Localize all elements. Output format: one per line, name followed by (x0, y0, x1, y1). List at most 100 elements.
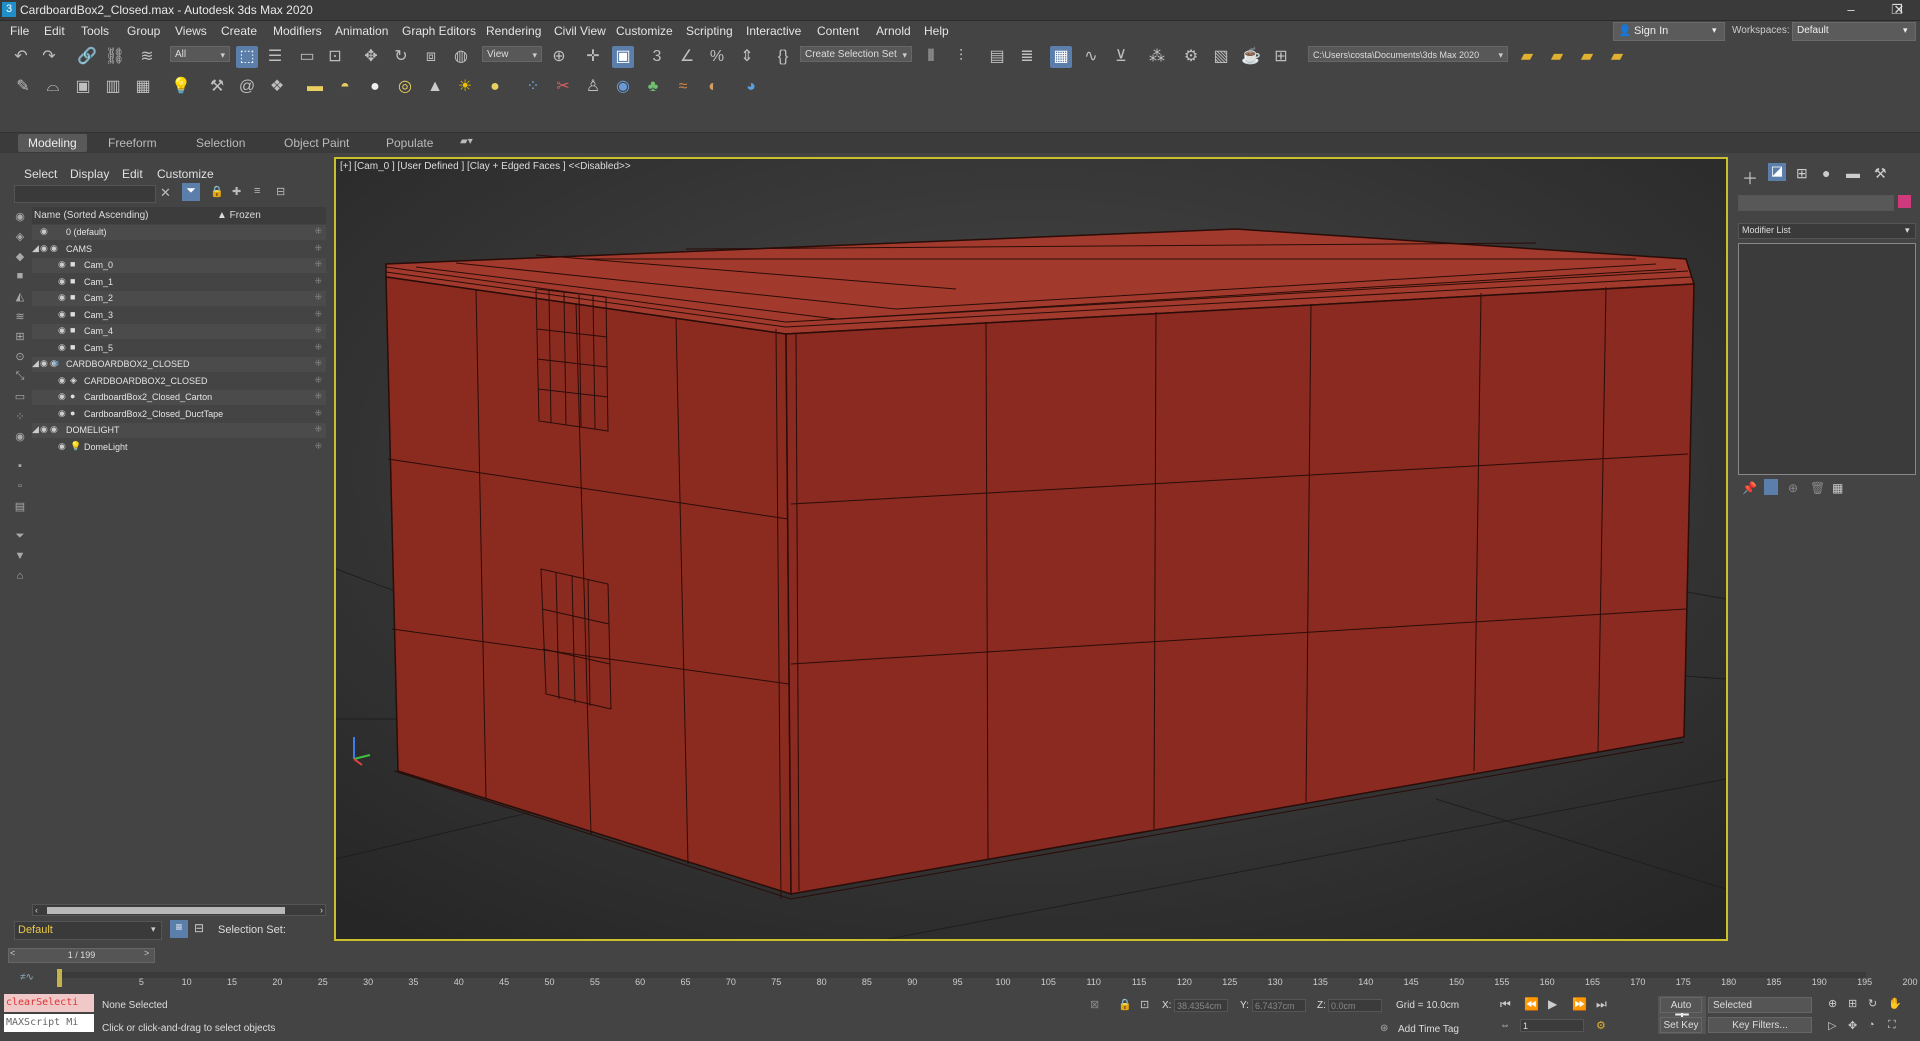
key-filters-button[interactable]: Key Filters... (1708, 1017, 1812, 1033)
layers-icon[interactable]: ≡ (254, 185, 260, 197)
dome-icon[interactable]: ◓ (334, 76, 356, 98)
spinner-snap-icon[interactable]: ⇕ (736, 46, 758, 68)
project-folder-icon[interactable]: ▰ (1516, 46, 1538, 68)
visibility-eye-icon[interactable]: ◉ (40, 358, 48, 369)
display-dependents-icon[interactable]: ▤ (10, 500, 30, 516)
menu-graph-editors[interactable]: Graph Editors (402, 24, 476, 38)
named-selection-set[interactable]: Create Selection Set (800, 46, 912, 63)
menu-group[interactable]: Group (127, 24, 160, 38)
menu-modifiers[interactable]: Modifiers (273, 24, 322, 38)
helpers-filter-icon[interactable]: ◭ (10, 290, 30, 306)
rect-selection-icon[interactable]: ▭ (296, 46, 318, 68)
tree-row[interactable]: ◢ ◉ ◉ DOMELIGHT ⁜ (32, 423, 326, 438)
rendered-frame-icon[interactable]: ▧ (1210, 46, 1232, 68)
visibility-eye-icon[interactable]: ◉ (58, 391, 66, 402)
menu-civil-view[interactable]: Civil View (554, 24, 606, 38)
tree-row[interactable]: ◢ ◉ ◉ ≋ CARDBOARDBOX2_CLOSED ⁜ (32, 357, 326, 372)
sun-icon[interactable]: ☀ (454, 76, 476, 98)
clear-search-icon[interactable]: ✕ (160, 185, 171, 201)
menu-create[interactable]: Create (221, 24, 257, 38)
expand-arrow-icon[interactable]: ◢ (32, 358, 39, 369)
hierarchy-icon[interactable]: ⊟ (276, 185, 285, 198)
menu-animation[interactable]: Animation (335, 24, 388, 38)
name-column-header[interactable]: Name (Sorted Ascending) (34, 210, 149, 221)
tree-row[interactable]: ◉ 0 (default) ⁜ (32, 225, 326, 240)
torus-icon[interactable]: ◎ (394, 76, 416, 98)
tab-modeling[interactable]: Modeling (18, 134, 87, 152)
current-layer-select[interactable]: Default ▾ (14, 921, 162, 940)
redo-icon[interactable]: ↷ (38, 46, 60, 68)
visibility-eye-icon[interactable]: ◉ (40, 424, 48, 435)
scale-icon[interactable]: ⧈ (420, 46, 442, 68)
next-frame-icon[interactable]: ⏩ (1572, 997, 1587, 1011)
next-frame-arrow-icon[interactable]: > (144, 948, 149, 958)
se-menu-select[interactable]: Select (24, 167, 57, 181)
close-button[interactable]: ✕ (1876, 0, 1920, 20)
sign-in-button[interactable]: 👤 Sign In ▾ (1613, 22, 1725, 41)
filter-icon[interactable]: ⏷ (182, 183, 200, 201)
display-tab-icon[interactable]: ▬ (1846, 165, 1860, 181)
workspace-select[interactable]: Default ▾ (1792, 22, 1916, 41)
container-icon[interactable]: ▣ (72, 76, 94, 98)
bones-filter-icon[interactable]: ⤡ (10, 370, 30, 386)
freeze-toggle-icon[interactable]: ⁜ (314, 424, 322, 435)
visibility-eye-icon[interactable]: ◉ (58, 375, 66, 386)
expand-arrow-icon[interactable]: ◢ (32, 243, 39, 254)
bookmark-icon[interactable]: ⌂ (10, 570, 30, 586)
render-iterative-icon[interactable]: ⊞ (1270, 46, 1292, 68)
tab-freeform[interactable]: Freeform (108, 136, 157, 150)
open-folder-icon[interactable]: ▰ (1546, 46, 1568, 68)
menu-rendering[interactable]: Rendering (486, 24, 541, 38)
lock-icon[interactable]: 🔒 (210, 185, 224, 198)
visibility-eye-icon[interactable]: ◉ (58, 325, 66, 336)
maxscript-output[interactable]: clearSelecti (4, 994, 94, 1012)
scene-search-input[interactable] (14, 185, 156, 203)
motion-tab-icon[interactable]: ● (1822, 165, 1830, 181)
minimize-button[interactable]: – (1828, 0, 1874, 20)
tree-row[interactable]: ◉ ■ Cam_4 ⁜ (32, 324, 326, 339)
bind-spacewarp-icon[interactable]: ≋ (136, 46, 158, 68)
particles-icon[interactable]: ⁘ (522, 76, 544, 98)
viewport-canvas[interactable] (336, 159, 1726, 939)
hierarchy-tab-icon[interactable]: ⊞ (1796, 165, 1808, 182)
table-icon[interactable]: ▦ (132, 76, 154, 98)
time-config-icon[interactable]: ⚙ (1596, 1019, 1606, 1032)
brush-icon[interactable]: ✎ (12, 76, 34, 98)
play-icon[interactable]: ▶ (1548, 997, 1557, 1011)
reactor-icon[interactable]: ⚒ (206, 76, 228, 98)
scroll-right-icon[interactable]: › (320, 905, 323, 915)
menu-scripting[interactable]: Scripting (686, 24, 733, 38)
viewport-cam0[interactable]: [+] [Cam_0 ] [User Defined ] [Clay + Edg… (334, 157, 1728, 941)
cone-icon[interactable]: ▲ (424, 76, 446, 98)
se-menu-display[interactable]: Display (70, 167, 109, 181)
tree-row[interactable]: ◉ ■ Cam_3 ⁜ (32, 308, 326, 323)
tree-row[interactable]: ◉ ■ Cam_2 ⁜ (32, 291, 326, 306)
ribbon-options-icon[interactable]: ▰▾ (460, 136, 473, 147)
app-icon[interactable]: 3 (2, 2, 16, 17)
rotate-icon[interactable]: ↻ (390, 46, 412, 68)
render-production-icon[interactable]: ☕ (1240, 46, 1262, 68)
cloth-icon[interactable]: ✂ (552, 76, 574, 98)
goto-start-icon[interactable]: ⏮ (1500, 997, 1511, 1012)
key-mode-toggle-icon[interactable]: ⇔ (1500, 1020, 1510, 1031)
tree-row[interactable]: ◉ 💡 DomeLight ⁜ (32, 440, 326, 455)
orbit-icon[interactable]: ↻ (1868, 997, 1877, 1010)
menu-customize[interactable]: Customize (616, 24, 673, 38)
frozen-column-header[interactable]: ▲ Frozen (217, 210, 261, 221)
zoom-icon[interactable]: ⊕ (1828, 997, 1837, 1010)
texture-icon[interactable]: ◐ (702, 76, 724, 98)
freeze-toggle-icon[interactable]: ⁜ (314, 226, 322, 237)
material-editor-icon[interactable]: ⁂ (1146, 46, 1168, 68)
curve-editor-mini-icon[interactable]: ≠∿ (20, 972, 34, 983)
box-icon[interactable]: ▬ (304, 76, 326, 98)
viewport-label[interactable]: [+] [Cam_0 ] [User Defined ] [Clay + Edg… (340, 161, 631, 172)
tree-row[interactable]: ◉ ● CardboardBox2_Closed_DuctTape ⁜ (32, 407, 326, 422)
render-setup-icon[interactable]: ⚙ (1180, 46, 1202, 68)
align-icon[interactable]: ⫶ (950, 46, 972, 68)
set-key-button[interactable]: Set Key (1660, 1017, 1702, 1033)
tab-selection[interactable]: Selection (196, 136, 245, 150)
reference-coordinate-select[interactable]: View (482, 46, 542, 63)
selection-filter[interactable]: All (170, 46, 230, 63)
layer-explorer-icon[interactable]: ▤ (986, 46, 1008, 68)
freeze-toggle-icon[interactable]: ⁜ (314, 309, 322, 320)
